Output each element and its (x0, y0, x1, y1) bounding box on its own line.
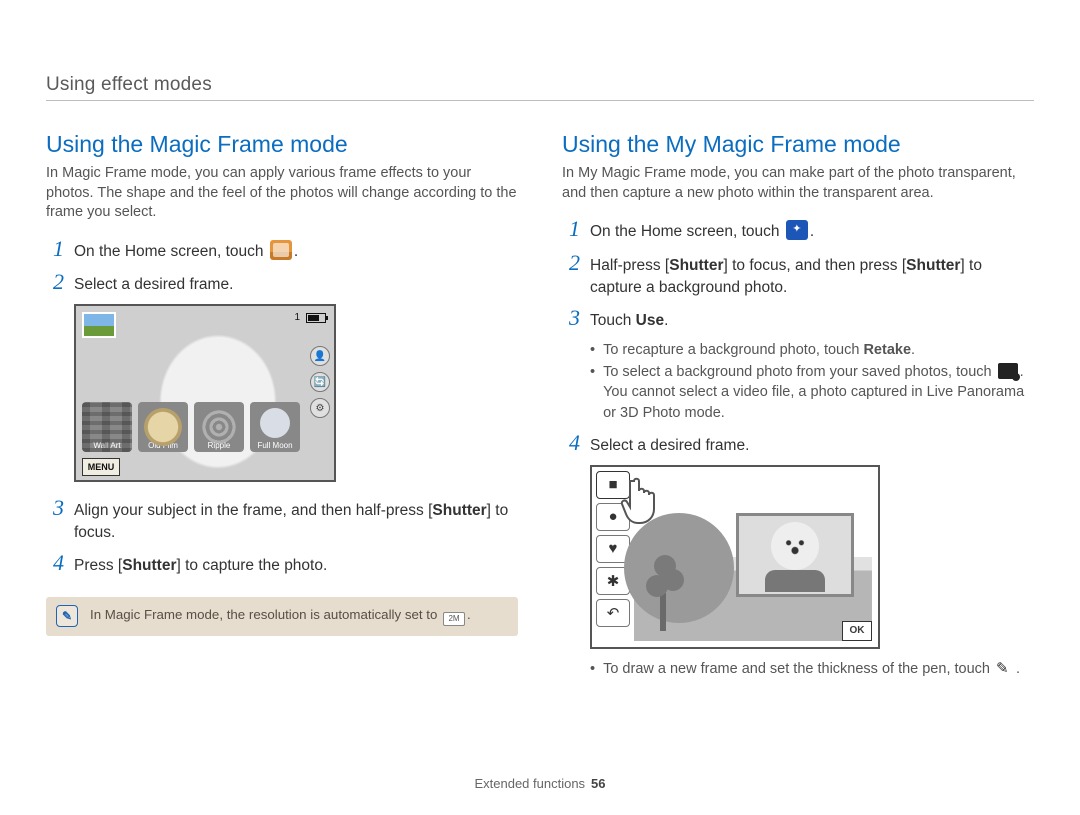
illustration-my-magic-frame: ■ ● ♥ ✱ ↶ OK (590, 465, 880, 649)
magic-frame-icon (270, 240, 292, 260)
step-num: 1 (46, 237, 64, 261)
step4-right: Select a desired frame. (590, 435, 749, 457)
frame-option: Full Moon (250, 402, 300, 452)
touch-hand-icon (620, 475, 678, 527)
step-num: 3 (562, 306, 580, 330)
media-icon (998, 363, 1018, 379)
step-num: 4 (46, 551, 64, 575)
frame-option: Ripple (194, 402, 244, 452)
col-magic-frame: Using the Magic Frame mode In Magic Fram… (46, 121, 518, 687)
frame-option: Old Film (138, 402, 188, 452)
note-box: ✎ In Magic Frame mode, the resolution is… (46, 597, 518, 636)
step3-right: Touch Use. (590, 310, 668, 332)
battery-icon (306, 313, 326, 323)
settings-icon: ⚙ (310, 398, 330, 418)
face-detect-icon: 👤 (310, 346, 330, 366)
step-num: 2 (46, 270, 64, 294)
step1-left: On the Home screen, touch . (74, 240, 298, 263)
section-desc-left: In Magic Frame mode, you can apply vario… (46, 164, 518, 223)
framed-photo (736, 513, 854, 597)
col-my-magic-frame: Using the My Magic Frame mode In My Magi… (562, 121, 1034, 687)
step1-right: On the Home screen, touch . (590, 220, 814, 243)
section-desc-right: In My Magic Frame mode, you can make par… (562, 164, 1034, 203)
bullet: • To select a background photo from your… (590, 362, 1034, 423)
my-magic-frame-icon (786, 220, 808, 240)
frame-option: Wall Art (82, 402, 132, 452)
photo-count: 1 (294, 312, 300, 323)
step2-right: Half-press [Shutter] to focus, and then … (590, 255, 1034, 298)
bullet: • To draw a new frame and set the thickn… (590, 659, 1034, 679)
page-footer: Extended functions56 (0, 776, 1080, 791)
step2-left: Select a desired frame. (74, 274, 233, 296)
step-num: 4 (562, 431, 580, 455)
ok-button: OK (842, 621, 872, 641)
menu-button: MENU (82, 458, 120, 476)
pen-icon (996, 661, 1014, 675)
step-num: 1 (562, 217, 580, 241)
step-num: 3 (46, 496, 64, 520)
preview-thumb-icon (82, 312, 116, 338)
breadcrumb: Using effect modes (46, 74, 1034, 101)
bullet: • To recapture a background photo, touch… (590, 340, 1034, 360)
step-num: 2 (562, 251, 580, 275)
section-title-left: Using the Magic Frame mode (46, 131, 518, 158)
step3-left: Align your subject in the frame, and the… (74, 500, 518, 543)
note-icon: ✎ (56, 605, 78, 627)
resolution-icon: 2M (443, 612, 465, 626)
step4-left: Press [Shutter] to capture the photo. (74, 555, 327, 577)
illustration-magic-frame: 1 👤 🔄 ⚙ Wall Art Old Film Ripple Full Mo… (74, 304, 336, 482)
switch-icon: 🔄 (310, 372, 330, 392)
section-title-right: Using the My Magic Frame mode (562, 131, 1034, 158)
undo-icon: ↶ (596, 599, 630, 627)
